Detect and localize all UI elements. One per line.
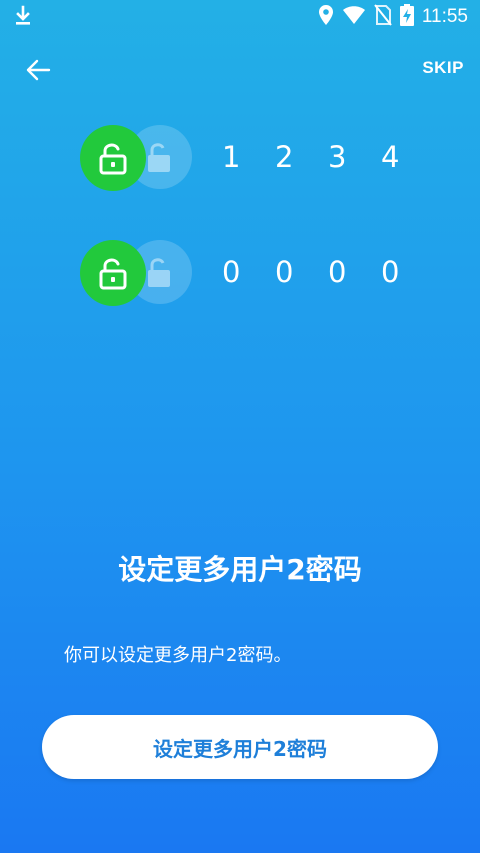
back-button[interactable] <box>22 54 54 86</box>
password-digit: 0 <box>328 255 347 289</box>
no-sim-icon <box>374 4 392 30</box>
password-digits: 1 2 3 4 <box>222 137 434 177</box>
battery-charging-icon <box>399 4 414 30</box>
page-description: 你可以设定更多用户2密码。 <box>64 645 292 666</box>
arrow-left-icon <box>26 59 51 81</box>
skip-button[interactable]: SKIP <box>422 58 464 78</box>
unlocked-padlock-icon[interactable] <box>80 125 146 191</box>
download-icon <box>14 5 32 31</box>
password-digit: 3 <box>328 140 347 174</box>
set-more-user-password-button[interactable]: 设定更多用户2密码 <box>42 715 438 779</box>
password-setup-screen: 11:55 SKIP 1 2 3 4 0 0 0 0 设定更多用户2密码 你可以… <box>0 0 480 853</box>
password-digits: 0 0 0 0 <box>222 252 434 292</box>
location-icon <box>318 4 334 30</box>
password-digit: 4 <box>381 140 400 174</box>
status-time: 11:55 <box>421 6 468 27</box>
password-digit: 0 <box>381 255 400 289</box>
password-digit: 2 <box>275 140 294 174</box>
ghost-padlock-icon <box>146 256 172 292</box>
status-bar: 11:55 <box>0 0 480 34</box>
password-digit: 0 <box>275 255 294 289</box>
unlocked-padlock-icon[interactable] <box>80 240 146 306</box>
password-row-1: 1 2 3 4 <box>80 123 440 191</box>
password-digit: 1 <box>222 140 241 174</box>
ghost-padlock-icon <box>146 141 172 177</box>
wifi-icon <box>342 5 366 29</box>
password-digit: 0 <box>222 255 241 289</box>
page-title: 设定更多用户2密码 <box>118 553 362 586</box>
password-row-2: 0 0 0 0 <box>80 238 440 306</box>
